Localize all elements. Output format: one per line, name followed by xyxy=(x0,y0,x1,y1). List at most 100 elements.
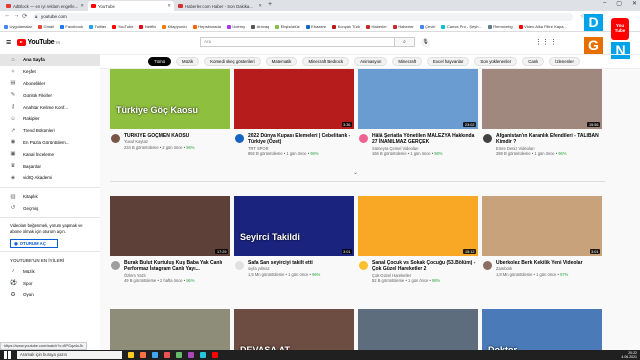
video-title[interactable]: Hâlâ Şeriatla Yönetilen MALEZYA Hakkında… xyxy=(372,133,478,146)
video-card[interactable]: Türkiye Göç Kaosu TÜRKİYE GÖÇMEN KAOSU Yus… xyxy=(110,69,230,151)
channel-avatar[interactable] xyxy=(235,261,244,270)
sidebar-item[interactable]: ⌂ Ana Sayfa xyxy=(0,54,100,66)
channel-avatar[interactable] xyxy=(235,134,244,143)
taskbar-app-icon[interactable] xyxy=(152,352,158,358)
bookmark-item[interactable]: Çeviri xyxy=(419,24,435,29)
sidebar-item[interactable]: ✪ Oyun xyxy=(0,289,100,301)
bookmark-item[interactable]: Udemy xyxy=(226,24,245,29)
sidebar-item[interactable]: ↗ Trend Bölümleri xyxy=(0,125,100,137)
close-icon[interactable]: ✕ xyxy=(167,3,171,9)
taskbar-app-icon[interactable] xyxy=(188,352,194,358)
video-thumbnail[interactable]: DEVASA AT xyxy=(234,309,354,350)
video-thumbnail[interactable] xyxy=(110,309,230,350)
bookmark-item[interactable]: Haberler xyxy=(392,24,414,29)
video-card[interactable]: 23:02 Hâlâ Şeriatla Yönetilen MALEZYA Hak… xyxy=(358,69,478,157)
apps-grid-icon[interactable]: ⋮⋮ xyxy=(535,38,549,46)
video-thumbnail[interactable] xyxy=(358,309,478,350)
video-thumbnail[interactable]: 3:01 xyxy=(482,196,602,256)
sidebar-item[interactable]: ♪ Müzik xyxy=(0,265,100,277)
taskbar-app-icon[interactable] xyxy=(164,352,170,358)
channel-avatar[interactable] xyxy=(483,134,492,143)
more-options-icon[interactable]: ⋮ xyxy=(550,38,557,46)
sidebar-item[interactable]: ⚷ Anahtar Kelime Konf... xyxy=(0,101,100,113)
bookmark-item[interactable]: Netflix xyxy=(139,24,156,29)
video-card[interactable]: 3:01 Uberkolez Berk Kekilik Yeni Videolar… xyxy=(482,196,602,278)
forward-arrow-icon[interactable]: → xyxy=(13,12,20,19)
minimize-icon[interactable]: – xyxy=(603,0,606,7)
channel-avatar[interactable] xyxy=(111,261,120,270)
sidebar-item[interactable]: ⚽ Spor xyxy=(0,277,100,289)
channel-avatar[interactable] xyxy=(483,261,492,270)
sidebar-item[interactable]: ◉ En Pazla Görüntülem... xyxy=(0,137,100,149)
sidebar-item[interactable]: ✎ Günlük Fikirler xyxy=(0,89,100,101)
filter-chip[interactable]: Müzik xyxy=(175,57,200,66)
sidebar-item[interactable]: ▤ Abonelikler xyxy=(0,78,100,90)
video-title[interactable]: 2022 Dünya Kupası Elemeleri | Cebelitarı… xyxy=(248,133,354,146)
taskbar-search-input[interactable]: Aramak için buraya yazın xyxy=(17,351,122,359)
filter-chip[interactable]: Son yüklenenler xyxy=(474,57,518,66)
video-thumbnail[interactable]: 3:36 xyxy=(234,69,354,129)
system-tray-clock[interactable]: 20:22 4.06.2021 xyxy=(621,351,637,359)
bookmark-item[interactable]: Ekşisözlük xyxy=(275,24,300,29)
close-window-icon[interactable]: ✕ xyxy=(632,0,637,7)
bookmark-item[interactable]: Gmail xyxy=(37,24,54,29)
bookmark-item[interactable]: Canva Pro - Şeyh... xyxy=(441,24,482,29)
bookmark-item[interactable]: Haberler xyxy=(365,24,387,29)
bookmark-item[interactable]: Uygulamalar xyxy=(4,24,32,29)
bookmark-item[interactable]: Kitapyurdu xyxy=(162,24,187,29)
expand-chevron-down-icon[interactable]: ⌄ xyxy=(353,169,358,176)
video-card[interactable]: 3:36 2022 Dünya Kupası Elemeleri | Cebeli… xyxy=(234,69,354,157)
bookmark-item[interactable]: Ebazare xyxy=(305,24,326,29)
channel-avatar[interactable] xyxy=(111,134,120,143)
filter-chip[interactable]: Tümü xyxy=(148,57,171,66)
channel-avatar[interactable] xyxy=(359,134,368,143)
browser-tab-adblock[interactable]: AdBlock — en iyi reklam engelle... ✕ xyxy=(3,1,87,11)
taskbar-app-icon[interactable] xyxy=(140,352,146,358)
search-button[interactable]: ⌕ xyxy=(395,37,415,47)
filter-chip[interactable]: Minecraft xyxy=(392,57,423,66)
bookmark-item[interactable]: Video Alka Filtre Kapa... xyxy=(518,24,567,29)
sidebar-item[interactable]: ↺ Geçmiş xyxy=(0,203,100,215)
maximize-icon[interactable]: ▢ xyxy=(616,0,622,7)
bookmark-item[interactable]: Twitter xyxy=(88,24,106,29)
sidebar-item[interactable]: ✧ Keşfet xyxy=(0,66,100,78)
video-thumbnail[interactable]: 15:12 xyxy=(358,196,478,256)
filter-chip[interactable]: Animasyon xyxy=(354,57,388,66)
sidebar-item[interactable]: ◈ vidIQ Akademi xyxy=(0,172,100,184)
close-icon[interactable]: ✕ xyxy=(258,3,262,9)
video-card[interactable]: Seyirci Takildi 3:01 Safa Sarı seyirciyi t… xyxy=(234,196,354,278)
taskbar-app-icon[interactable] xyxy=(212,352,218,358)
filter-chip[interactable]: Komedi skeç gösterileri xyxy=(204,57,261,66)
video-title[interactable]: Burak Bulut Kurtuluş Kuş Baba Yak Canlı … xyxy=(124,260,230,273)
video-thumbnail[interactable]: 23:02 xyxy=(358,69,478,129)
video-thumbnail[interactable]: 17:29 xyxy=(110,196,230,256)
mic-icon[interactable]: 🎙︎ xyxy=(421,37,430,47)
filter-chip[interactable]: Minecraft Bedrock xyxy=(302,57,350,66)
video-title[interactable]: Afganistan'ın Karanlık Efendileri - TALİ… xyxy=(496,133,602,146)
bookmark-item[interactable]: Hepsiburada xyxy=(192,24,221,29)
filter-chip[interactable]: Excel hayvanlar xyxy=(427,57,470,66)
youtube-logo[interactable]: YouTube TR xyxy=(17,39,60,46)
close-icon[interactable]: ✕ xyxy=(80,3,84,9)
windows-start-icon[interactable] xyxy=(4,351,12,359)
video-card[interactable]: 15:56 Afganistan'ın Karanlık Efendileri -… xyxy=(482,69,602,157)
channel-avatar[interactable] xyxy=(359,261,368,270)
video-card[interactable]: 15:12 Sanal Çocuk vs Sokak Çocuğu (53.Böl… xyxy=(358,196,478,284)
video-title[interactable]: Sanal Çocuk vs Sokak Çocuğu (53.Bölüm) -… xyxy=(372,260,478,273)
bookmark-item[interactable]: Removebg xyxy=(487,24,513,29)
taskbar-app-icon[interactable] xyxy=(176,352,182,358)
video-card[interactable]: Doktor xyxy=(482,309,602,350)
bookmark-item[interactable]: YouTube xyxy=(112,24,133,29)
sidebar-item[interactable]: ▣ Kanal İnceleme xyxy=(0,148,100,160)
video-thumbnail[interactable]: Doktor xyxy=(482,309,602,350)
video-thumbnail[interactable]: 15:56 xyxy=(482,69,602,129)
video-card[interactable]: 17:29 Burak Bulut Kurtuluş Kuş Baba Yak C… xyxy=(110,196,230,284)
video-card[interactable] xyxy=(110,309,230,350)
video-card[interactable] xyxy=(358,309,478,350)
bookmark-item[interactable]: Artıvaq xyxy=(251,24,269,29)
browser-tab-haberler[interactable]: Haberler.com Haber - Son Dakika... ✕ xyxy=(175,1,265,11)
bookmark-item[interactable]: Konyalı Türk xyxy=(332,24,360,29)
sidebar-item[interactable]: ☺ Rakipler xyxy=(0,113,100,125)
bookmark-item[interactable]: Facebook xyxy=(59,24,83,29)
new-tab-plus-icon[interactable]: + xyxy=(268,1,272,8)
